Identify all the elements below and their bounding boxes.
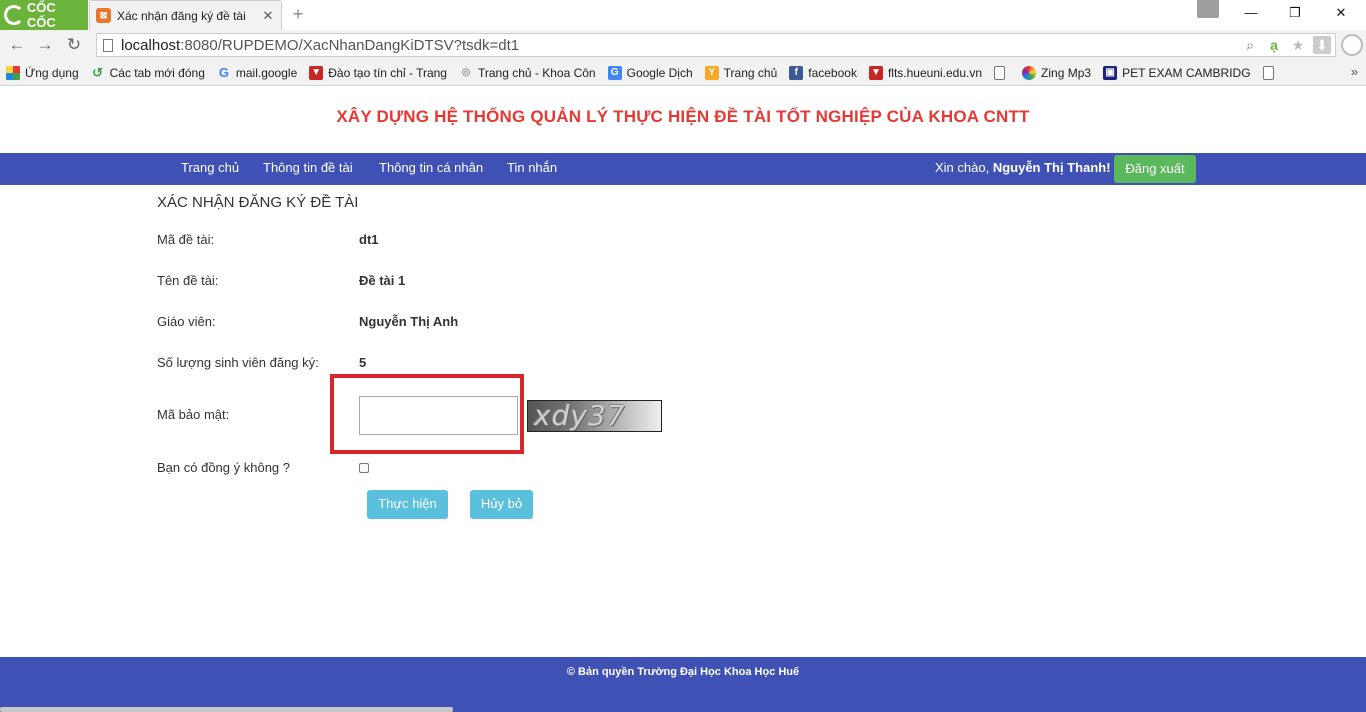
zoom-icon[interactable]: ⌕ (1241, 36, 1259, 54)
captcha-image: xdy37 (527, 400, 662, 432)
new-tab-button[interactable]: + (288, 4, 308, 24)
bookmark-item[interactable]: ▼ Đào tạo tín chỉ - Trang (309, 65, 447, 80)
bookmark-item[interactable] (1262, 65, 1279, 80)
bookmark-item[interactable]: Ứng dụng (6, 65, 79, 80)
captcha-input[interactable] (359, 396, 518, 435)
bookmark-item[interactable]: Y Trang chủ (704, 65, 777, 80)
agree-checkbox[interactable] (359, 463, 369, 473)
tab-strip: CỐC CỐC ⊠ Xác nhận đăng ký đề tài ✕ + — … (0, 0, 1366, 30)
topic-code-label: Mã đề tài: (157, 232, 215, 247)
download-icon[interactable]: ⬇ (1313, 36, 1331, 54)
coccoc-icon (4, 5, 24, 25)
page-icon (103, 38, 113, 52)
bookmark-item[interactable]: ◎ Trang chủ - Khoa Côn (459, 66, 596, 80)
page-icon (1262, 65, 1274, 80)
footer: © Bản quyền Trường Đại Học Khoa Học Huế (0, 657, 1366, 712)
profile-icon[interactable] (1341, 34, 1363, 56)
reload-button[interactable]: ↻ (63, 34, 85, 56)
bookmark-item[interactable]: ▼ flts.hueuni.edu.vn (868, 65, 982, 80)
site-title: XÂY DỰNG HỆ THỐNG QUẢN LÝ THỰC HIỆN ĐỀ T… (336, 107, 1030, 126)
horizontal-scrollbar[interactable] (0, 707, 453, 712)
facebook-icon: f (789, 65, 804, 80)
submit-button[interactable]: Thực hiện (367, 490, 448, 519)
apps-grid-icon (6, 65, 20, 80)
site-icon: ▣ (1103, 65, 1118, 80)
bookmark-item[interactable]: G Google Dịch (607, 65, 693, 80)
bookmark-item[interactable]: f facebook (789, 65, 857, 80)
back-button[interactable]: ← (6, 34, 28, 56)
bookmark-item[interactable]: ▣ PET EXAM CAMBRIDG (1103, 65, 1251, 80)
forward-button[interactable]: → (34, 34, 56, 56)
topic-name-label: Tên đề tài: (157, 273, 219, 288)
bookmark-item[interactable]: Zing Mp3 (1022, 65, 1091, 80)
nav-personal-info[interactable]: Thông tin cá nhân (379, 153, 483, 185)
minimize-button[interactable]: — (1228, 2, 1274, 24)
copyright-text: © Bản quyền Trường Đại Học Khoa Học Huế (566, 666, 800, 678)
music-icon (1022, 65, 1037, 80)
close-window-button[interactable]: ✕ (1318, 2, 1364, 24)
tab-active[interactable]: ⊠ Xác nhận đăng ký đề tài ✕ (89, 0, 282, 30)
xampp-icon: ⊠ (96, 8, 111, 23)
bookmark-item[interactable]: ↺ Các tab mới đóng (91, 64, 205, 80)
close-icon[interactable]: ✕ (261, 8, 275, 24)
bookmarks-bar: Ứng dụng ↺ Các tab mới đóng Gmail.google … (0, 60, 1366, 86)
bookmark-item[interactable]: Gmail.google (217, 65, 297, 80)
shield-icon: ▼ (309, 65, 324, 80)
student-count-value: 5 (359, 355, 367, 370)
site-icon: ◎ (461, 67, 471, 78)
cancel-button[interactable]: Hủy bỏ (470, 490, 533, 519)
translate-icon: G (607, 65, 622, 80)
captcha-text: xdy37 (534, 400, 626, 432)
history-icon: ↺ (92, 64, 104, 80)
topic-name-value: Đề tài 1 (359, 273, 406, 288)
greeting: Xin chào, Nguyễn Thị Thanh! (935, 160, 1111, 175)
topic-code-value: dt1 (359, 232, 379, 247)
star-icon[interactable]: ★ (1289, 36, 1307, 54)
translate-icon[interactable]: ạ (1265, 36, 1283, 54)
browser-logo[interactable]: CỐC CỐC (0, 0, 88, 30)
bookmarks-more-button[interactable]: » (1351, 64, 1358, 79)
page-title: XÁC NHẬN ĐĂNG KÝ ĐỀ TÀI (157, 194, 359, 211)
user-name: Nguyễn Thị Thanh! (992, 160, 1111, 175)
bookmark-item[interactable] (994, 65, 1010, 80)
agree-label: Bạn có đồng ý không ? (157, 460, 290, 475)
main-navbar: Trang chủ Thông tin đề tài Thông tin cá … (0, 153, 1366, 185)
url-text: localhost:8080/RUPDEMO/XacNhanDangKiDTSV… (121, 36, 520, 54)
logout-button[interactable]: Đăng xuất (1114, 155, 1196, 183)
student-count-label: Số lượng sinh viên đăng ký: (157, 355, 319, 370)
restore-button[interactable]: ❐ (1272, 2, 1318, 24)
browser-chrome: CỐC CỐC ⊠ Xác nhận đăng ký đề tài ✕ + — … (0, 0, 1366, 86)
site-icon: Y (704, 65, 719, 80)
google-icon: G (218, 65, 229, 80)
nav-topic-info[interactable]: Thông tin đề tài (263, 153, 353, 185)
nav-messages[interactable]: Tin nhắn (507, 153, 557, 185)
user-icon[interactable] (1197, 0, 1219, 18)
tab-title: Xác nhận đăng ký đề tài (117, 8, 246, 23)
address-bar[interactable]: localhost:8080/RUPDEMO/XacNhanDangKiDTSV… (96, 33, 1336, 57)
page-icon (994, 65, 1006, 80)
shield-icon: ▼ (868, 65, 883, 80)
captcha-label: Mã bảo mật: (157, 407, 230, 422)
teacher-value: Nguyễn Thị Anh (359, 314, 459, 329)
browser-brand-text: CỐC CỐC (26, 0, 56, 30)
omnibox-icons: ⌕ ạ ★ ⬇ (1241, 36, 1331, 54)
nav-home[interactable]: Trang chủ (181, 153, 239, 185)
teacher-label: Giáo viên: (157, 314, 216, 329)
